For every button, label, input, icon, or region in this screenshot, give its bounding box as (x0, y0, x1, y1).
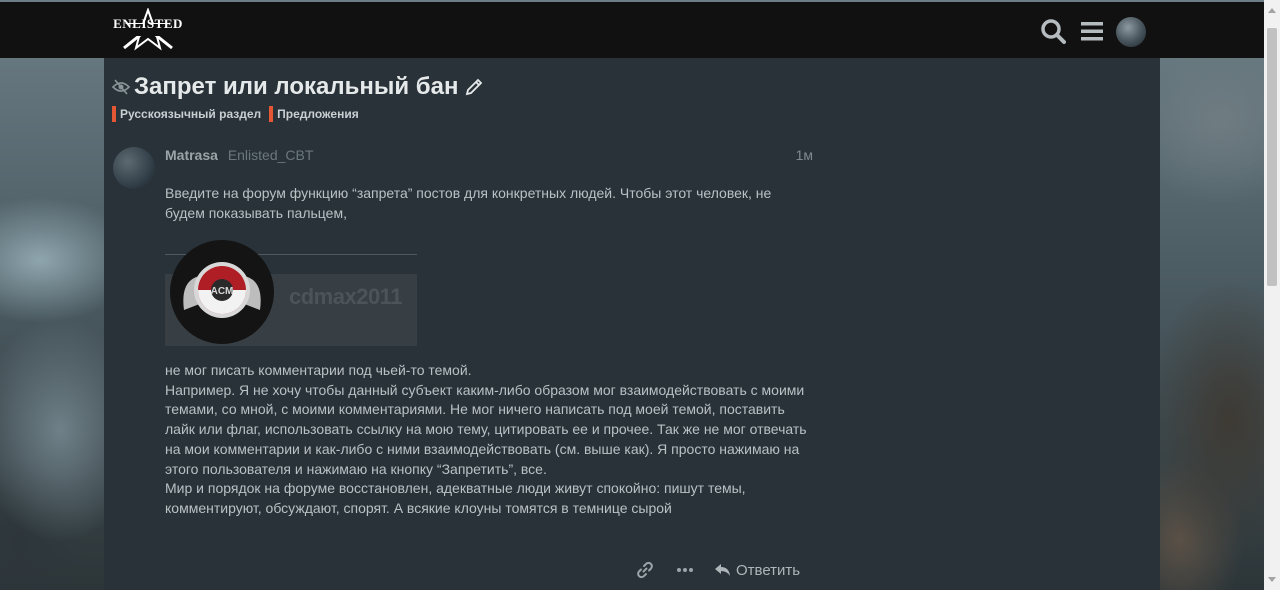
reply-button[interactable]: Ответить (714, 561, 800, 579)
post-actions: Ответить (636, 558, 800, 582)
club-crest-icon: ACM (183, 262, 261, 318)
menu-icon[interactable] (1080, 16, 1104, 46)
scroll-thumb[interactable] (1267, 28, 1277, 286)
post-line: Например. Я не хочу чтобы данный субъект… (165, 381, 805, 398)
category-color-bar (269, 106, 274, 122)
reply-label: Ответить (736, 561, 801, 579)
category-badge-russian[interactable]: Русскоязычный раздел (112, 106, 261, 122)
post-body: Введите на форум функцию “запрета” посто… (165, 183, 813, 223)
link-icon[interactable] (636, 561, 654, 579)
logo-text: ENLISTED (113, 16, 183, 31)
post-line: лайк или флаг, использовать ссылку на мо… (165, 421, 807, 438)
page-title: Запрет или локальный бан (134, 73, 459, 100)
post-line: комментируют, обсуждают, спорят. А всяки… (165, 499, 672, 516)
post-author-avatar[interactable] (113, 147, 155, 189)
mentioned-user-avatar: ACM (170, 240, 274, 344)
topic-title-row: Запрет или локальный бан (112, 72, 484, 102)
category-color-bar (112, 106, 116, 122)
post-date[interactable]: 1м (796, 147, 813, 163)
post-user-title: Enlisted_CBT (227, 147, 314, 163)
mentioned-username: cdmax2011 (289, 284, 402, 309)
post-line: на мои комментарии и как-либо с ними вза… (165, 440, 800, 457)
post-paragraph: Введите на форум функцию “запрета” посто… (165, 185, 772, 221)
post-line: темами, со мной, с моими комментариями. … (165, 401, 785, 418)
scroll-up-icon[interactable] (1268, 8, 1276, 13)
svg-text:ACM: ACM (211, 286, 234, 297)
category-label: Русскоязычный раздел (120, 107, 262, 121)
post-meta: Matrasa Enlisted_CBT 1м (165, 147, 813, 165)
post-username[interactable]: Matrasa (165, 147, 218, 163)
post-line: Мир и порядок на форуме восстановлен, ад… (165, 480, 746, 497)
search-icon[interactable] (1040, 16, 1066, 46)
user-mention-card[interactable]: ACM cdmax2011 (165, 240, 417, 348)
scroll-down-icon[interactable] (1268, 577, 1276, 582)
user-avatar[interactable] (1116, 17, 1146, 47)
post-line: этого пользователя и нажимаю на кнопку “… (165, 460, 547, 477)
site-logo[interactable]: ENLISTED (112, 7, 184, 52)
reply-icon (715, 564, 730, 576)
unlisted-icon (112, 79, 130, 95)
category-list: Русскоязычный раздел Предложения (112, 106, 359, 122)
top-header: ENLISTED (0, 2, 1264, 58)
more-icon[interactable] (676, 561, 694, 579)
page-scrollbar[interactable] (1264, 0, 1280, 590)
category-badge-suggestions[interactable]: Предложения (269, 106, 359, 122)
pencil-icon[interactable] (464, 77, 484, 97)
post-paragraph-2: не мог писать комментарии под чьей-то те… (165, 361, 825, 519)
category-label: Предложения (277, 107, 359, 121)
post-line: не мог писать комментарии под чьей-то те… (165, 362, 472, 378)
